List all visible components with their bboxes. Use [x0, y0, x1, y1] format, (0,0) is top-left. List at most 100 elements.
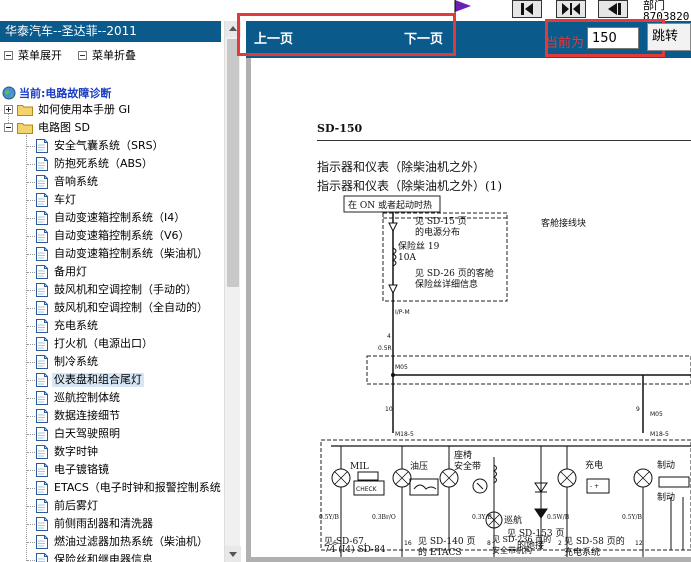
- tree-item-label: ETACS（电子时钟和报警控制系统: [54, 481, 221, 494]
- fuse-rating: 10A: [398, 253, 416, 263]
- tree-doc-item[interactable]: 鼓风机和空调控制（全自动的）: [0, 299, 224, 317]
- tree-connector: [27, 506, 35, 507]
- tree-folder-item[interactable]: 如何使用本手册 GI: [0, 101, 224, 119]
- tree-doc-item[interactable]: 安全气囊系统（SRS）: [0, 137, 224, 155]
- tree-connector: [27, 290, 35, 291]
- tree-doc-item[interactable]: 巡航控制体统: [0, 389, 224, 407]
- tree-connector: [27, 344, 35, 345]
- scroll-down-arrow[interactable]: [225, 546, 241, 562]
- page-number-input[interactable]: [587, 27, 639, 49]
- check-label: CHECK: [356, 486, 378, 493]
- expand-icon: [4, 50, 13, 60]
- tree-item-label: 自动变速箱控制系统（V6）: [54, 229, 190, 242]
- tree-doc-item[interactable]: 备用灯: [0, 263, 224, 281]
- seatbelt-label: 座椅: [454, 449, 472, 461]
- first-page-icon[interactable]: [512, 0, 542, 18]
- tree-item-label: 安全气囊系统（SRS）: [54, 139, 164, 152]
- tree-connector: [27, 524, 35, 525]
- tree-connector: [27, 488, 35, 489]
- tree-item-label: 电子镀铬镜: [54, 463, 109, 476]
- tree-doc-item[interactable]: 自动变速箱控制系统（V6）: [0, 227, 224, 245]
- tree-doc-item[interactable]: 电子镀铬镜: [0, 461, 224, 479]
- tree-doc-item[interactable]: ETACS（电子时钟和报警控制系统: [0, 479, 224, 497]
- oil-label: 油压: [410, 460, 428, 472]
- current-section: 当前:电路故障诊断: [2, 85, 111, 101]
- jump-button[interactable]: 跳转: [647, 23, 691, 51]
- tree-doc-item[interactable]: 保险丝和继电器信息: [0, 551, 224, 562]
- document-icon: [36, 535, 48, 549]
- svg-text:- +: - +: [590, 483, 599, 490]
- back-icon[interactable]: [598, 0, 628, 18]
- document-icon: [36, 283, 48, 297]
- tree-item-label: 充电系统: [54, 319, 98, 332]
- brake-lamp-icon: [633, 468, 690, 550]
- tree-doc-item[interactable]: 车灯: [0, 191, 224, 209]
- conn-ip: I/P-M: [395, 309, 410, 316]
- nav-tree: 如何使用本手册 GI 电路图 SD 安全气囊系统（SRS） 防抱死系统（ABS） 音响系…: [0, 101, 224, 562]
- tree-doc-item[interactable]: 数据连接细节: [0, 407, 224, 425]
- tree-connector: [27, 416, 35, 417]
- page-code: SD-150: [317, 122, 363, 135]
- mil-label: MIL: [350, 462, 369, 472]
- wire-top: 0.5R: [378, 345, 392, 352]
- document-icon: [36, 247, 48, 261]
- tree-item-label: 鼓风机和空调控制（手动的）: [54, 283, 197, 296]
- scroll-thumb[interactable]: [227, 39, 239, 287]
- page-title-line2: 指示器和仪表（除柴油机之外）(1): [317, 179, 502, 193]
- tree-doc-item[interactable]: 制冷系统: [0, 353, 224, 371]
- collapse-node-icon[interactable]: [4, 123, 13, 132]
- tree-doc-item[interactable]: 自动变速箱控制系统（柴油机）: [0, 245, 224, 263]
- current-section-label: 当前:电路故障诊断: [19, 87, 112, 100]
- tree-connector: [27, 326, 35, 327]
- tree-doc-item[interactable]: 数字时钟: [0, 443, 224, 461]
- document-icon: [36, 427, 48, 441]
- fit-width-icon[interactable]: [556, 0, 586, 18]
- document-icon: [36, 193, 48, 207]
- tree-connector: [27, 272, 35, 273]
- fuse-label: 保险丝 19: [398, 240, 440, 252]
- tree-connector: [27, 218, 35, 219]
- collapse-menu-button[interactable]: 菜单折叠: [78, 47, 136, 63]
- tree-doc-item[interactable]: 燃油过滤器加热系统（柴油机）: [0, 533, 224, 551]
- tree-item-label: 前侧雨刮器和清洗器: [54, 517, 153, 530]
- tree-doc-item[interactable]: 音响系统: [0, 173, 224, 191]
- current-page-label: 当前为: [545, 36, 585, 51]
- folder-icon: [17, 105, 33, 116]
- tree-item-label: 如何使用本手册 GI: [38, 103, 131, 116]
- tree-doc-item[interactable]: 自动变速箱控制系统（I4）: [0, 209, 224, 227]
- tree-doc-item[interactable]: 前后雾灯: [0, 497, 224, 515]
- tree-doc-item[interactable]: 打火机（电源出口）: [0, 335, 224, 353]
- document-icon: [36, 175, 48, 189]
- expand-menu-button[interactable]: 菜单展开: [4, 47, 62, 63]
- tree-doc-item[interactable]: 仪表盘和组合尾灯: [0, 371, 224, 389]
- note-power: 的电源分布: [415, 226, 460, 238]
- note-sd84: 74 (I4) SD-84: [324, 545, 386, 555]
- document-icon: [36, 445, 48, 459]
- tree-doc-item[interactable]: 鼓风机和空调控制（手动的）: [0, 281, 224, 299]
- tree-item-label: 保险丝和继电器信息: [54, 553, 153, 562]
- pin-10: 10: [385, 406, 393, 413]
- document-icon: [36, 373, 48, 387]
- tree-doc-item[interactable]: 防抱死系统（ABS）: [0, 155, 224, 173]
- page-title-line1: 指示器和仪表（除柴油机之外）: [317, 160, 486, 174]
- next-page-button[interactable]: 下一页: [404, 28, 443, 47]
- tree-item-label: 打火机（电源出口）: [54, 337, 153, 350]
- tree-connector: [27, 146, 35, 147]
- document-icon: [36, 319, 48, 333]
- note-sd236: 见 SD-236 页的: [492, 535, 552, 544]
- tree-item-label: 前后雾灯: [54, 499, 98, 512]
- menu-controls: 菜单展开 菜单折叠: [0, 46, 222, 64]
- tree-doc-item[interactable]: 充电系统: [0, 317, 224, 335]
- tree-item-label: 数字时钟: [54, 445, 98, 458]
- brake-label: 制动: [657, 459, 675, 471]
- expand-node-icon[interactable]: [4, 105, 13, 114]
- pin-2: 2: [558, 540, 562, 547]
- tree-connector: [27, 308, 35, 309]
- tree-doc-item[interactable]: 前侧雨刮器和清洗器: [0, 515, 224, 533]
- nav-scrollbar[interactable]: [224, 21, 241, 562]
- tree-doc-item[interactable]: 白天驾驶照明: [0, 425, 224, 443]
- tree-folder-item[interactable]: 电路图 SD: [0, 119, 224, 137]
- prev-page-button[interactable]: 上一页: [254, 28, 293, 47]
- tree-connector: [27, 470, 35, 471]
- note-sd15: 见 SD-15 页: [415, 216, 467, 227]
